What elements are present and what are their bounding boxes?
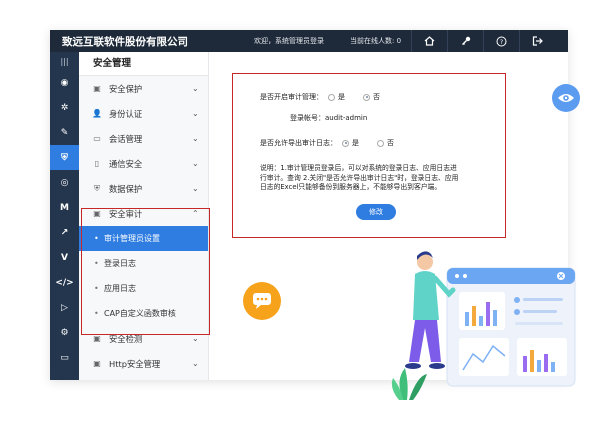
menu-icon[interactable]: ||| xyxy=(50,52,79,70)
menu-item-http-security[interactable]: ▣ Http安全管理 ⌄ xyxy=(79,351,208,376)
menu-item-identity-auth[interactable]: 👤 身份认证 ⌄ xyxy=(79,101,208,126)
top-icons: ? xyxy=(411,30,555,52)
account-value: audit-admin xyxy=(325,114,368,122)
window-icon: ▣ xyxy=(93,84,101,93)
illustration xyxy=(391,251,576,400)
play-icon[interactable]: ▷ xyxy=(50,295,79,320)
circle-icon[interactable]: ◎ xyxy=(50,170,79,195)
export-yes-radio[interactable] xyxy=(342,139,349,147)
user-icon: 👤 xyxy=(92,109,102,118)
menu-item-session[interactable]: ▭ 会话管理 ⌄ xyxy=(79,126,208,151)
phone-icon: ▯ xyxy=(94,159,100,168)
window-icon: ▣ xyxy=(93,359,101,368)
chevron-down-icon: ⌄ xyxy=(192,184,199,193)
export-row: 是否允许导出审计日志： 是 否 xyxy=(260,138,394,148)
enable-audit-row: 是否开启审计管理： 是 否 xyxy=(260,92,380,102)
home-icon[interactable] xyxy=(411,30,447,52)
menu-heading: 安全管理 xyxy=(79,52,208,76)
page: 致远互联软件股份有限公司 欢迎，系统管理员登录 当前在线人数: 0 ? ||| … xyxy=(0,0,605,428)
modify-button[interactable]: 修改 xyxy=(356,204,396,220)
shield-icon[interactable]: ⛨ xyxy=(50,145,79,170)
enable-yes-label: 是 xyxy=(338,93,345,101)
export-no-label: 否 xyxy=(387,139,394,147)
enable-audit-label: 是否开启审计管理： xyxy=(260,93,323,101)
chat-bubble-icon xyxy=(243,282,281,320)
company-title: 致远互联软件股份有限公司 xyxy=(62,35,188,48)
pin-icon[interactable]: ✎ xyxy=(50,120,79,145)
top-bar: 致远互联软件股份有限公司 欢迎，系统管理员登录 当前在线人数: 0 ? xyxy=(50,30,568,52)
code-icon[interactable]: </> xyxy=(50,270,79,295)
enable-no-radio[interactable] xyxy=(363,93,370,101)
dashboard-icon[interactable]: ◉ xyxy=(50,70,79,95)
arrow-icon[interactable]: ↗ xyxy=(50,220,79,245)
chevron-down-icon: ⌄ xyxy=(192,84,199,93)
enable-no-label: 否 xyxy=(373,93,380,101)
account-label: 登录帐号： xyxy=(290,114,325,122)
online-count: 当前在线人数: 0 xyxy=(350,37,402,45)
export-yes-label: 是 xyxy=(352,139,359,147)
m-icon[interactable]: M xyxy=(50,195,79,220)
svg-text:?: ? xyxy=(500,38,503,46)
shield-icon: ⛨ xyxy=(94,183,100,193)
v-icon[interactable]: V xyxy=(50,245,79,270)
menu-item-data-protection[interactable]: ⛨ 数据保护 ⌄ xyxy=(79,176,208,201)
audit-group-highlight xyxy=(81,208,210,335)
chevron-down-icon: ⌄ xyxy=(192,334,199,343)
chevron-down-icon: ⌄ xyxy=(192,134,199,143)
account-row: 登录帐号： audit-admin xyxy=(290,113,367,123)
eye-icon[interactable] xyxy=(552,84,580,112)
settings-icon[interactable]: ✲ xyxy=(50,95,79,120)
window-icon: ▣ xyxy=(93,334,101,343)
gear-icon[interactable]: ⚙ xyxy=(50,320,79,345)
audit-note: 说明：1.审计管理员登录后，可以对系统的登录日志、应用日志进 行审计。查询 2.… xyxy=(260,164,459,192)
audit-settings-panel: 是否开启审计管理： 是 否 登录帐号： audit-admin 是否允许导出审计… xyxy=(232,73,506,238)
chevron-down-icon: ⌄ xyxy=(192,359,199,368)
help-icon[interactable]: ? xyxy=(483,30,519,52)
export-no-radio[interactable] xyxy=(377,139,384,147)
logout-icon[interactable] xyxy=(519,30,555,52)
monitor-icon[interactable]: ▭ xyxy=(50,345,79,370)
enable-yes-radio[interactable] xyxy=(328,93,335,101)
key-icon[interactable] xyxy=(447,30,483,52)
chevron-down-icon: ⌄ xyxy=(192,109,199,118)
monitor-icon: ▭ xyxy=(93,134,101,143)
welcome-text: 欢迎，系统管理员登录 xyxy=(254,37,324,45)
menu-item-communication[interactable]: ▯ 通信安全 ⌄ xyxy=(79,151,208,176)
icon-rail: ||| ◉ ✲ ✎ ⛨ ◎ M ↗ V </> ▷ ⚙ ▭ xyxy=(50,52,79,380)
chevron-down-icon: ⌄ xyxy=(192,159,199,168)
export-label: 是否允许导出审计日志： xyxy=(260,139,337,147)
menu-item-security-protection[interactable]: ▣ 安全保护 ⌄ xyxy=(79,76,208,101)
